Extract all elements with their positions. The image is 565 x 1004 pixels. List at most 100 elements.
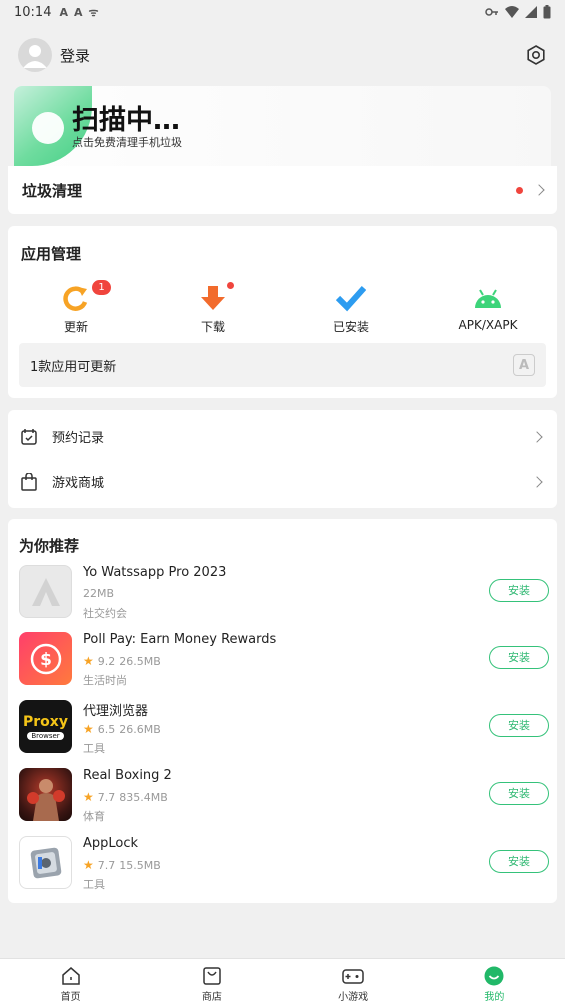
tool-update-label: 更新: [63, 320, 88, 334]
login-link[interactable]: 登录: [60, 45, 90, 66]
app-category: 工具: [83, 742, 105, 755]
tool-apk[interactable]: APK/XAPK: [428, 284, 548, 332]
update-notice[interactable]: 1款应用可更新 A: [19, 343, 546, 387]
tool-update[interactable]: 1 更新: [16, 280, 136, 335]
app-category: 体育: [83, 810, 105, 823]
app-list-item[interactable]: Yo Watssapp Pro 2023 22MB 社交约会 安装: [19, 565, 549, 621]
app-icon: Proxy Browser: [19, 700, 72, 753]
key-icon: [485, 8, 498, 16]
profile-header: 登录: [0, 34, 565, 76]
apkpure-logo-icon: [31, 577, 60, 606]
app-category: 生活时尚: [83, 674, 127, 687]
app-name: AppLock: [83, 836, 139, 851]
tool-apk-label: APK/XAPK: [458, 318, 518, 332]
scan-subtitle: 点击免费清理手机垃圾: [72, 136, 182, 149]
home-icon: [61, 967, 80, 985]
junk-clean-row[interactable]: 垃圾清理: [8, 166, 557, 214]
install-button[interactable]: 安装: [489, 714, 549, 737]
app-meta: ★ 7.7 15.5MB: [83, 858, 161, 872]
tool-download-label: 下载: [200, 320, 225, 334]
nav-store[interactable]: 商店: [141, 959, 282, 1004]
check-icon: [336, 285, 366, 312]
proxy-logo-sub: Browser: [27, 731, 64, 740]
reservation-record-label: 预约记录: [52, 431, 105, 446]
tool-installed[interactable]: 已安装: [291, 284, 411, 335]
status-bar: 10:14 A A ᯤ: [0, 0, 565, 24]
scan-dot: [32, 112, 64, 144]
app-list-item[interactable]: AppLock ★ 7.7 15.5MB 工具 安装: [19, 836, 549, 892]
app-rating: 7.7: [97, 858, 116, 872]
install-button[interactable]: 安装: [489, 782, 549, 805]
app-name: Real Boxing 2: [83, 768, 172, 783]
nav-home[interactable]: 首页: [0, 959, 141, 1004]
wifi-icon: [505, 6, 519, 18]
app-name: Poll Pay: Earn Money Rewards: [83, 632, 277, 647]
chevron-right-icon: [531, 430, 543, 443]
nav-minigames[interactable]: 小游戏: [283, 959, 424, 1004]
app-size: 26.5MB: [119, 654, 161, 668]
app-manager-title: 应用管理: [21, 245, 82, 263]
settings-icon[interactable]: [525, 44, 547, 66]
notification-icon: A: [59, 5, 68, 19]
tool-installed-label: 已安装: [332, 320, 369, 334]
scan-title: 扫描中…: [72, 105, 180, 136]
app-name: Yo Watssapp Pro 2023: [83, 565, 227, 580]
app-meta: ★ 9.2 26.5MB: [83, 654, 161, 668]
app-list-item[interactable]: $ Poll Pay: Earn Money Rewards ★ 9.2 26.5M…: [19, 632, 549, 688]
game-store-row[interactable]: 游戏商城: [8, 459, 557, 504]
download-dot: [227, 282, 234, 289]
shopping-bag-icon: [21, 472, 37, 491]
app-logo-icon: A: [513, 354, 535, 376]
app-manager-card: 应用管理 1 更新 下载 已安装 APK/XAPK 1款应用可更新 A: [8, 226, 557, 398]
app-category: 社交约会: [83, 607, 127, 620]
android-icon: [475, 289, 501, 308]
star-icon: ★: [83, 722, 94, 736]
update-count-badge: 1: [92, 280, 111, 295]
tool-download[interactable]: 下载: [153, 282, 273, 335]
app-meta: 22MB: [83, 587, 114, 600]
new-indicator-dot: [516, 186, 523, 194]
app-category: 工具: [83, 878, 105, 891]
app-size: 26.6MB: [119, 722, 161, 736]
nav-home-label: 首页: [60, 992, 81, 1003]
signal-icon: [525, 6, 537, 18]
app-list-item[interactable]: Proxy Browser 代理浏览器 ★ 6.5 26.6MB 工具 安装: [19, 700, 549, 756]
nav-store-label: 商店: [201, 992, 222, 1003]
nav-mine[interactable]: 我的: [424, 959, 565, 1004]
app-name: 代理浏览器: [83, 704, 149, 719]
chevron-right-icon: [531, 475, 543, 488]
app-icon: [19, 836, 72, 889]
app-icon: [19, 565, 72, 618]
dollar-coin-icon: $: [30, 643, 61, 674]
app-icon: [19, 768, 72, 821]
user-icon: [23, 45, 47, 68]
gamepad-icon: [342, 969, 364, 984]
download-icon: [201, 286, 225, 310]
avatar[interactable]: [18, 38, 52, 72]
install-button[interactable]: 安装: [489, 579, 549, 602]
install-button[interactable]: 安装: [489, 646, 549, 669]
boxer-image-icon: [27, 779, 65, 821]
chevron-right-icon: [533, 184, 545, 196]
app-list-item[interactable]: Real Boxing 2 ★ 7.7 835.4MB 体育 安装: [19, 768, 549, 824]
scan-banner[interactable]: 扫描中… 点击免费清理手机垃圾: [14, 86, 551, 166]
app-rating: 6.5: [97, 722, 116, 736]
notification-icon: ᯤ: [88, 5, 99, 19]
links-card: 预约记录 游戏商城: [8, 410, 557, 508]
install-button[interactable]: 安装: [489, 850, 549, 873]
app-meta: ★ 6.5 26.6MB: [83, 722, 161, 736]
recommend-title: 为你推荐: [19, 537, 80, 555]
refresh-icon: [63, 286, 88, 311]
bottom-nav: 首页 商店 小游戏 我的: [0, 958, 565, 1004]
store-icon: [203, 967, 221, 985]
status-icons: [485, 5, 551, 19]
game-store-label: 游戏商城: [52, 476, 105, 491]
calendar-check-icon: [21, 428, 37, 445]
status-time: 10:14: [14, 4, 52, 20]
update-notice-text: 1款应用可更新: [30, 359, 117, 375]
star-icon: ★: [83, 654, 94, 668]
reservation-record-row[interactable]: 预约记录: [8, 414, 557, 459]
star-icon: ★: [83, 858, 94, 872]
smile-icon: [484, 966, 504, 986]
nav-minigames-label: 小游戏: [338, 992, 369, 1003]
